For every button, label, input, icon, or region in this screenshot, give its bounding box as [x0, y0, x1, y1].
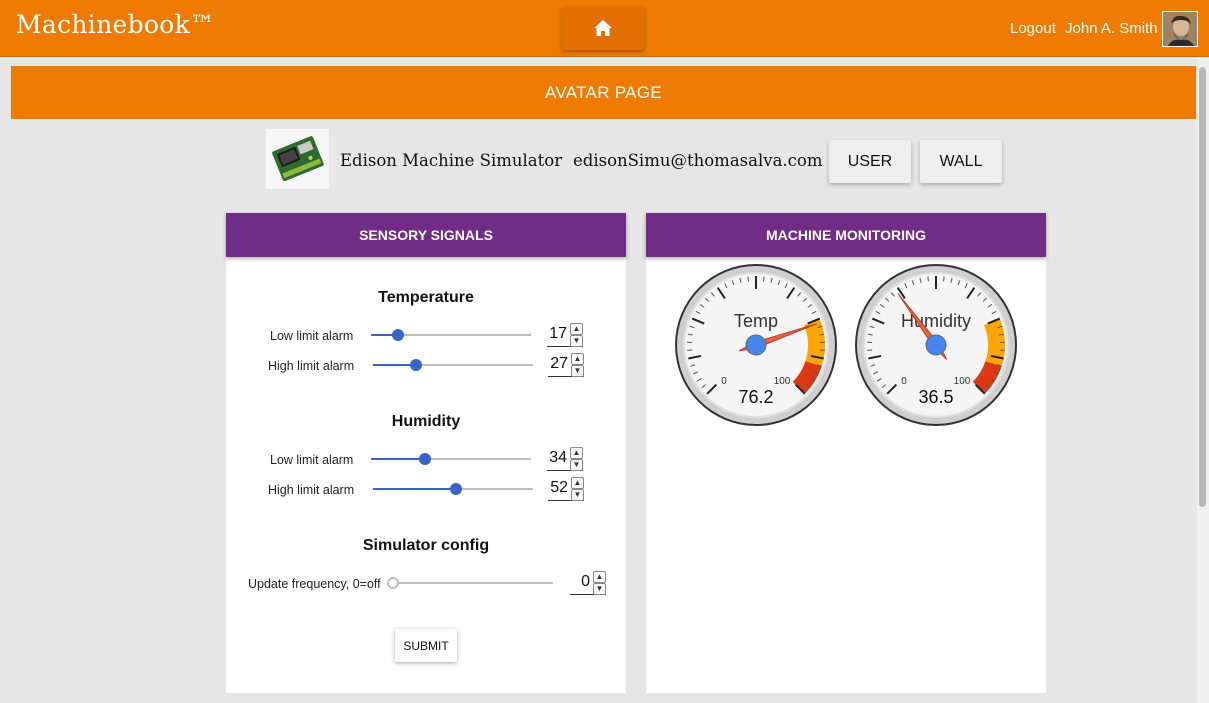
gauge-tick [763, 276, 765, 282]
spin-down-icon[interactable]: ▼ [571, 489, 584, 501]
slider-thumb[interactable] [450, 483, 463, 495]
hum-low-slider[interactable] [371, 453, 531, 465]
hum-low-label: Low limit alarm [270, 453, 354, 467]
spinner[interactable]: ▲ ▼ [593, 571, 606, 595]
temp-high-input[interactable]: 27 ▲ ▼ [548, 353, 584, 377]
brand-logo[interactable]: Machinebook™ [16, 10, 215, 39]
slider-fill [373, 488, 457, 490]
freq-slider[interactable] [387, 577, 553, 589]
spin-down-icon[interactable]: ▼ [593, 583, 606, 595]
sensory-signals-header: SENSORY SIGNALS [226, 213, 626, 257]
spin-up-icon[interactable]: ▲ [570, 447, 583, 459]
slider-thumb[interactable] [410, 359, 423, 371]
gauge-tick [927, 276, 929, 282]
spin-up-icon[interactable]: ▲ [571, 353, 584, 365]
gauge-min: 0 [721, 376, 727, 387]
temp-high-value: 27 [550, 355, 568, 372]
spinner[interactable]: ▲ ▼ [570, 447, 583, 471]
gauge-min: 0 [901, 376, 907, 387]
device-name: Edison Machine Simulator [340, 151, 563, 170]
slider-thumb[interactable] [392, 329, 405, 341]
humidity-gauge: Humidity 0 100 36.5 [855, 264, 1017, 426]
gauge-tick [943, 276, 945, 282]
freq-value: 0 [581, 573, 590, 590]
gauge-value: 36.5 [918, 387, 953, 407]
spin-up-icon[interactable]: ▲ [571, 477, 584, 489]
gauge-tick [747, 276, 749, 282]
wall-button[interactable]: WALL [920, 140, 1002, 183]
temp-high-slider[interactable] [373, 359, 533, 371]
freq-label: Update frequency, 0=off [248, 577, 381, 591]
slider-fill [371, 458, 426, 460]
humidity-title: Humidity [391, 413, 461, 430]
machine-monitoring-header: MACHINE MONITORING [646, 213, 1046, 257]
spin-up-icon[interactable]: ▲ [593, 571, 606, 583]
page-title: AVATAR PAGE [11, 66, 1196, 119]
hum-low-value: 34 [549, 449, 567, 466]
device-email: edisonSimu@thomasalva.com [573, 151, 823, 170]
device-image [266, 129, 329, 189]
simulator-config-title: Simulator config [362, 537, 490, 554]
temperature-title: Temperature [378, 289, 474, 306]
machine-monitoring-panel: MACHINE MONITORING Temp 0 100 76.2 Humid… [646, 213, 1046, 693]
hum-high-value: 52 [550, 479, 568, 496]
gauge-value: 76.2 [738, 387, 773, 407]
slider-thumb[interactable] [387, 577, 399, 589]
temp-low-input[interactable]: 17 ▲ ▼ [547, 323, 583, 347]
page-scrollbar[interactable] [1197, 57, 1209, 703]
submit-button[interactable]: SUBMIT [395, 629, 457, 662]
hum-high-input[interactable]: 52 ▲ ▼ [548, 477, 584, 501]
user-button[interactable]: USER [829, 140, 911, 183]
temp-low-value: 17 [549, 325, 567, 342]
spin-down-icon[interactable]: ▼ [571, 365, 584, 377]
hum-high-label: High limit alarm [268, 483, 355, 497]
temp-gauge: Temp 0 100 76.2 [675, 264, 837, 426]
gauge-label: Temp [734, 311, 778, 331]
spinner[interactable]: ▲ ▼ [571, 477, 584, 501]
user-name-link[interactable]: John A. Smith [1065, 20, 1158, 37]
spin-up-icon[interactable]: ▲ [570, 323, 583, 335]
spin-down-icon[interactable]: ▼ [570, 459, 583, 471]
spin-down-icon[interactable]: ▼ [570, 335, 583, 347]
gauge-max: 100 [774, 376, 791, 387]
temp-low-slider[interactable] [371, 329, 531, 341]
hum-high-slider[interactable] [373, 483, 533, 495]
spinner[interactable]: ▲ ▼ [571, 353, 584, 377]
temp-high-label: High limit alarm [268, 359, 355, 373]
freq-input[interactable]: 0 ▲ ▼ [570, 571, 606, 595]
top-bar: Machinebook™ Logout John A. Smith [0, 0, 1209, 57]
avatar[interactable] [1162, 11, 1198, 47]
spinner[interactable]: ▲ ▼ [570, 323, 583, 347]
temp-low-label: Low limit alarm [270, 329, 354, 343]
gauge-max: 100 [954, 376, 971, 387]
scrollbar-thumb[interactable] [1199, 67, 1206, 507]
home-icon [594, 20, 612, 36]
sensory-signals-panel: SENSORY SIGNALS Temperature Low limit al… [226, 213, 626, 693]
hum-low-input[interactable]: 34 ▲ ▼ [547, 447, 583, 471]
gauge-hub [925, 334, 947, 356]
slider-thumb[interactable] [419, 453, 432, 465]
home-button[interactable] [562, 6, 644, 50]
logout-link[interactable]: Logout [1010, 20, 1056, 37]
gauge-hub [745, 334, 767, 356]
